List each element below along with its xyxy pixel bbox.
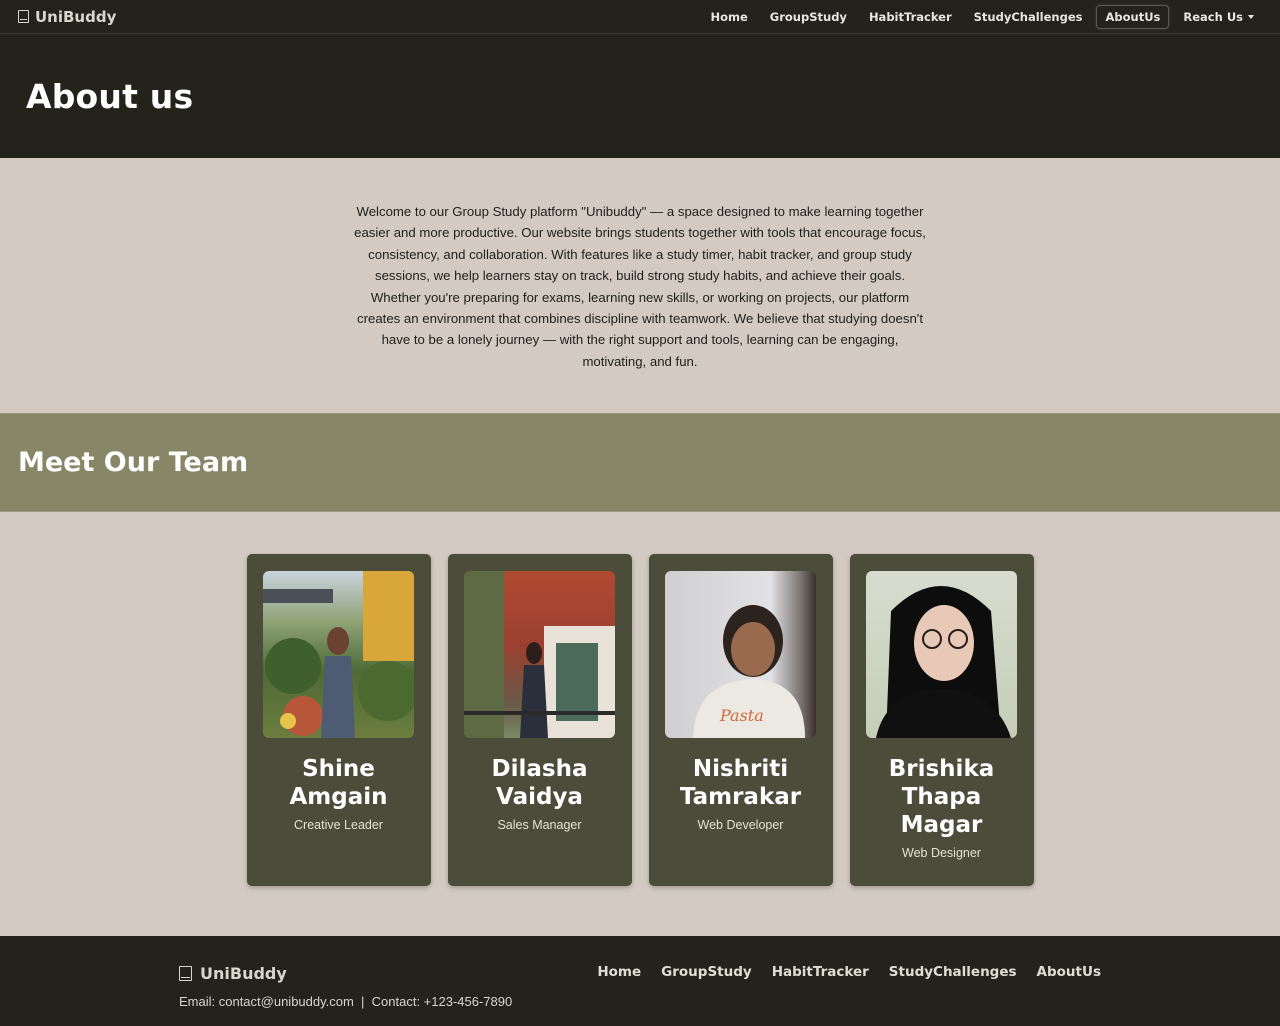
footer-link-groupstudy[interactable]: GroupStudy <box>661 964 752 1026</box>
team-card: Pasta Nishriti Tamrakar Web Developer <box>648 554 833 886</box>
team-section: Shine Amgain Creative Leader Dilasha Vai… <box>0 512 1280 936</box>
navbar: UniBuddy Home GroupStudy HabitTracker St… <box>0 0 1280 34</box>
footer-contact-text: Email: contact@unibuddy.com | Contact: +… <box>179 994 513 1009</box>
footer-link-habittracker[interactable]: HabitTracker <box>772 964 869 1026</box>
member-photo <box>263 571 414 738</box>
team-title: Meet Our Team <box>18 447 249 478</box>
page-header: About us <box>0 34 1280 158</box>
member-name: Brishika Thapa Magar <box>888 756 995 838</box>
team-card: Brishika Thapa Magar Web Designer <box>849 554 1034 886</box>
nav-link-aboutus[interactable]: AboutUs <box>1096 4 1170 29</box>
about-text: Welcome to our Group Study platform "Uni… <box>354 204 926 369</box>
book-icon <box>179 966 192 981</box>
caret-down-icon <box>1248 15 1254 19</box>
book-icon <box>18 10 29 23</box>
nav-link-home[interactable]: Home <box>702 6 755 28</box>
member-photo <box>866 571 1017 738</box>
member-role: Web Designer <box>902 846 981 860</box>
member-photo <box>464 571 615 738</box>
footer-info: UniBuddy Email: contact@unibuddy.com | C… <box>179 964 512 1026</box>
nav-dropdown-reachus[interactable]: Reach Us <box>1175 6 1262 28</box>
nav-link-studychallenges[interactable]: StudyChallenges <box>966 6 1091 28</box>
footer-contact: Email: contact@unibuddy.com | Contact: +… <box>179 994 512 1009</box>
footer: UniBuddy Email: contact@unibuddy.com | C… <box>0 936 1280 1026</box>
footer-brand-name: UniBuddy <box>200 964 287 983</box>
member-role: Sales Manager <box>497 818 582 832</box>
member-name: Dilasha Vaidya <box>491 756 588 810</box>
member-name: Shine Amgain <box>289 756 388 810</box>
brand-link[interactable]: UniBuddy <box>18 8 116 26</box>
team-card: Shine Amgain Creative Leader <box>246 554 431 886</box>
nav-dropdown-label: Reach Us <box>1183 9 1243 24</box>
member-role: Creative Leader <box>294 818 383 832</box>
footer-links: Home GroupStudy HabitTracker StudyChalle… <box>597 964 1101 1026</box>
footer-link-aboutus[interactable]: AboutUs <box>1037 964 1101 1026</box>
footer-brand[interactable]: UniBuddy <box>179 964 512 983</box>
svg-text:Pasta: Pasta <box>719 706 764 725</box>
member-name: Nishriti Tamrakar <box>679 756 802 810</box>
member-photo: Pasta <box>665 571 816 738</box>
nav-links: Home GroupStudy HabitTracker StudyChalle… <box>702 4 1262 29</box>
page-title: About us <box>26 76 194 116</box>
footer-link-studychallenges[interactable]: StudyChallenges <box>889 964 1017 1026</box>
member-role: Web Developer <box>697 818 784 832</box>
nav-link-groupstudy[interactable]: GroupStudy <box>762 6 855 28</box>
brand-name: UniBuddy <box>35 7 117 26</box>
about-section: Welcome to our Group Study platform "Uni… <box>0 158 1280 413</box>
team-card: Dilasha Vaidya Sales Manager <box>447 554 632 886</box>
footer-link-home[interactable]: Home <box>597 964 641 1026</box>
nav-link-habittracker[interactable]: HabitTracker <box>861 6 960 28</box>
team-header: Meet Our Team <box>0 413 1280 512</box>
